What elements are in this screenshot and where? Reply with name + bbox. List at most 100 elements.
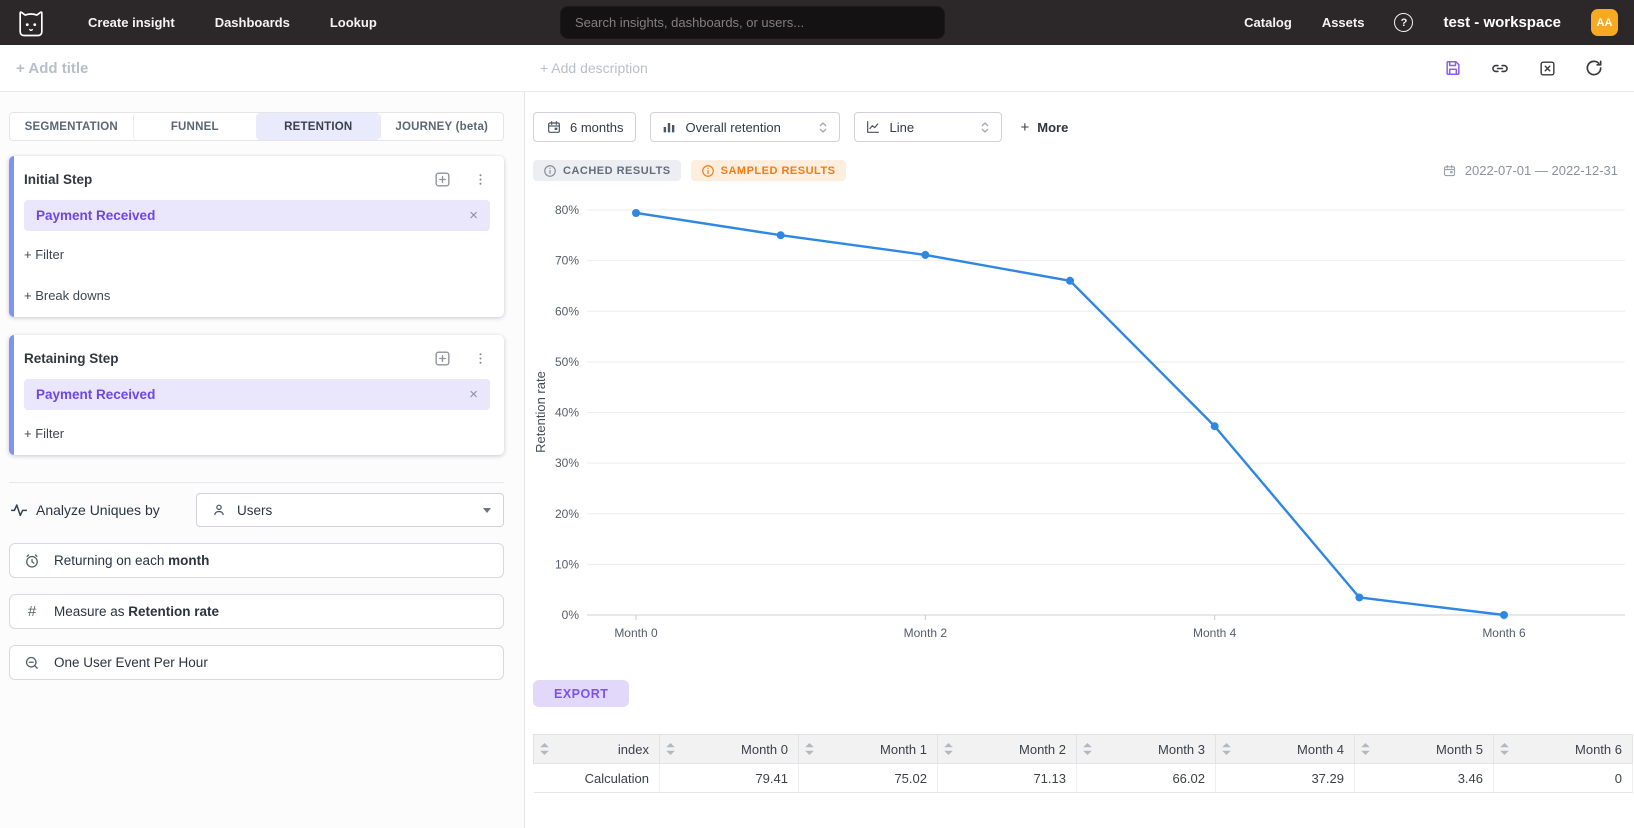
column-label: Month 0 bbox=[741, 742, 788, 757]
table-column-header[interactable]: Month 0 bbox=[660, 735, 799, 764]
y-axis-tick-label: 30% bbox=[555, 456, 579, 470]
retention-type-select[interactable]: Overall retention bbox=[650, 112, 840, 142]
date-window-value: 6 months bbox=[570, 120, 623, 135]
measure-as-label: Measure as Retention rate bbox=[54, 604, 219, 619]
tab-funnel[interactable]: FUNNEL bbox=[133, 113, 257, 140]
app-root: Create insight Dashboards Lookup Catalog… bbox=[0, 0, 1634, 828]
column-label: Month 6 bbox=[1575, 742, 1622, 757]
app-logo-cat-icon[interactable] bbox=[16, 8, 46, 38]
y-axis-tick-label: 70% bbox=[555, 254, 579, 268]
data-point[interactable] bbox=[632, 209, 640, 217]
analyze-uniques-row: Analyze Uniques by Users bbox=[9, 493, 504, 527]
column-label: Month 4 bbox=[1297, 742, 1344, 757]
x-axis-tick-label: Month 2 bbox=[904, 626, 948, 640]
add-filter-button[interactable]: + Filter bbox=[24, 426, 490, 441]
add-description-button[interactable]: + Add description bbox=[540, 60, 648, 76]
sort-icon[interactable] bbox=[944, 743, 953, 755]
analyze-entity-select[interactable]: Users bbox=[196, 493, 504, 527]
sort-icon[interactable] bbox=[666, 743, 675, 755]
column-label: Month 3 bbox=[1158, 742, 1205, 757]
returning-interval-label: Returning on each month bbox=[54, 553, 209, 568]
date-window-button[interactable]: 6 months bbox=[533, 112, 636, 142]
add-step-icon[interactable] bbox=[432, 169, 452, 189]
chart-type-select[interactable]: Line bbox=[854, 112, 1002, 142]
chevron-down-icon bbox=[483, 508, 491, 513]
workspace-name[interactable]: test - workspace bbox=[1443, 14, 1561, 31]
search-input[interactable] bbox=[560, 6, 945, 39]
add-filter-button[interactable]: + Filter bbox=[24, 247, 490, 262]
table-column-header[interactable]: Month 3 bbox=[1077, 735, 1216, 764]
retaining-step-title: Retaining Step bbox=[24, 351, 119, 366]
data-point[interactable] bbox=[1066, 277, 1074, 285]
table-column-header[interactable]: Month 2 bbox=[938, 735, 1077, 764]
table-column-header[interactable]: index bbox=[534, 735, 660, 764]
table-column-header[interactable]: Month 1 bbox=[799, 735, 938, 764]
sort-icon[interactable] bbox=[1222, 743, 1231, 755]
avatar[interactable]: AA bbox=[1591, 9, 1618, 36]
body: SEGMENTATION FUNNEL RETENTION JOURNEY (b… bbox=[0, 92, 1634, 828]
nav-lookup[interactable]: Lookup bbox=[330, 15, 377, 30]
add-breakdown-button[interactable]: + Break downs bbox=[24, 288, 490, 303]
nav-dashboards[interactable]: Dashboards bbox=[215, 15, 290, 30]
one-event-per-hour-label: One User Event Per Hour bbox=[54, 655, 208, 670]
data-point[interactable] bbox=[777, 231, 785, 239]
tab-journey[interactable]: JOURNEY (beta) bbox=[380, 113, 504, 140]
sampled-results-badge[interactable]: SAMPLED RESULTS bbox=[691, 160, 846, 181]
sort-icon[interactable] bbox=[805, 743, 814, 755]
sort-icon[interactable] bbox=[1500, 743, 1509, 755]
data-point[interactable] bbox=[1500, 611, 1508, 619]
table-column-header[interactable]: Month 6 bbox=[1494, 735, 1633, 764]
more-options-button[interactable]: + More bbox=[1020, 119, 1068, 136]
top-right-cluster: Catalog Assets ? test - workspace AA bbox=[1244, 9, 1618, 36]
results-table-container: index Month 0 Month 1Month 2 Month 3 Month 4… bbox=[533, 734, 1633, 793]
refresh-icon[interactable] bbox=[1584, 58, 1604, 78]
sort-icon[interactable] bbox=[540, 743, 549, 755]
analyze-entity-value: Users bbox=[237, 503, 272, 518]
nav-catalog[interactable]: Catalog bbox=[1244, 15, 1292, 30]
step-menu-kebab-icon[interactable] bbox=[470, 169, 490, 189]
help-icon[interactable]: ? bbox=[1394, 13, 1413, 32]
data-point[interactable] bbox=[1355, 593, 1363, 601]
x-axis-tick-label: Month 6 bbox=[1482, 626, 1526, 640]
data-point[interactable] bbox=[1211, 422, 1219, 430]
user-icon bbox=[209, 500, 229, 520]
nav-create-insight[interactable]: Create insight bbox=[88, 15, 175, 30]
add-title-button[interactable]: + Add title bbox=[16, 60, 88, 77]
x-axis-tick-label: Month 4 bbox=[1193, 626, 1237, 640]
initial-step-event[interactable]: Payment Received × bbox=[24, 200, 490, 231]
table-cell: 66.02 bbox=[1077, 764, 1216, 793]
select-stepper-icon bbox=[817, 120, 829, 135]
chart-controls: 6 months Overall retention bbox=[533, 112, 1634, 142]
measure-as-button[interactable]: # Measure as Retention rate bbox=[9, 594, 504, 629]
table-column-header[interactable]: Month 4 bbox=[1216, 735, 1355, 764]
add-step-icon[interactable] bbox=[432, 348, 452, 368]
retention-type-value: Overall retention bbox=[685, 120, 780, 135]
column-label: index bbox=[618, 742, 649, 757]
tab-retention[interactable]: RETENTION bbox=[256, 113, 380, 140]
clear-icon[interactable] bbox=[1537, 58, 1557, 78]
cached-results-badge[interactable]: CACHED RESULTS bbox=[533, 160, 681, 181]
one-event-per-hour-button[interactable]: One User Event Per Hour bbox=[9, 645, 504, 680]
insight-actions bbox=[1443, 58, 1604, 78]
returning-interval-button[interactable]: Returning on each month bbox=[9, 543, 504, 578]
remove-event-icon[interactable]: × bbox=[469, 208, 478, 223]
sort-icon[interactable] bbox=[1361, 743, 1370, 755]
table-column-header[interactable]: Month 5 bbox=[1355, 735, 1494, 764]
retaining-step-event[interactable]: Payment Received × bbox=[24, 379, 490, 410]
export-button[interactable]: EXPORT bbox=[533, 680, 629, 707]
save-icon[interactable] bbox=[1443, 58, 1463, 78]
nav-assets[interactable]: Assets bbox=[1322, 15, 1365, 30]
insight-type-tabs: SEGMENTATION FUNNEL RETENTION JOURNEY (b… bbox=[9, 112, 504, 141]
sort-icon[interactable] bbox=[1083, 743, 1092, 755]
y-axis-tick-label: 40% bbox=[555, 406, 579, 420]
step-menu-kebab-icon[interactable] bbox=[470, 348, 490, 368]
copy-link-icon[interactable] bbox=[1490, 58, 1510, 78]
pulse-icon bbox=[9, 500, 29, 520]
table-cell: 71.13 bbox=[938, 764, 1077, 793]
data-point[interactable] bbox=[921, 251, 929, 259]
y-axis-tick-label: 20% bbox=[555, 507, 579, 521]
hash-icon: # bbox=[22, 602, 42, 622]
tab-segmentation[interactable]: SEGMENTATION bbox=[10, 113, 133, 140]
panel-divider bbox=[9, 482, 504, 483]
remove-event-icon[interactable]: × bbox=[469, 387, 478, 402]
